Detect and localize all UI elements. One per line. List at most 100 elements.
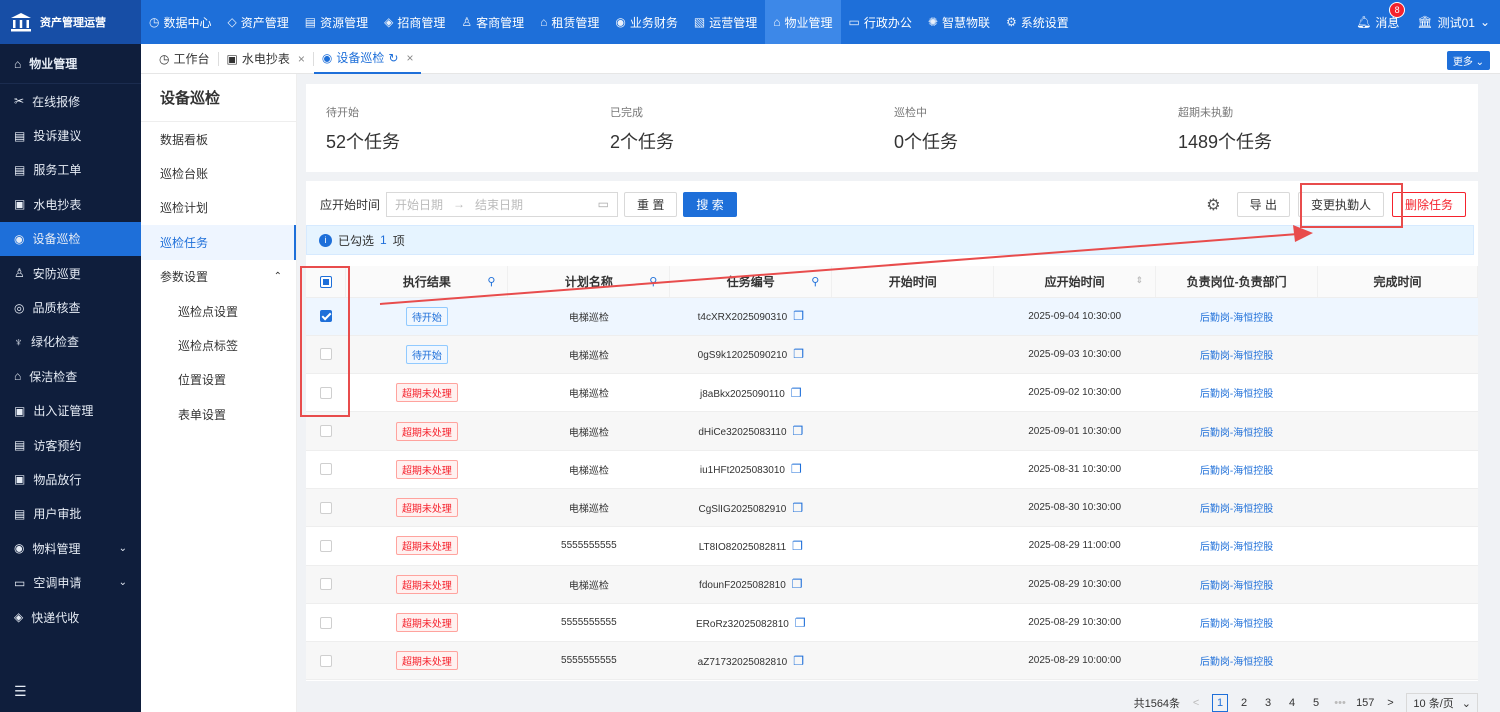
copy-icon[interactable]: ❐ [792, 577, 803, 591]
submenu-item[interactable]: 参数设置⌃ [141, 260, 296, 294]
topnav-item[interactable]: ⌂物业管理 [765, 0, 840, 44]
submenu-item[interactable]: 巡检计划 [141, 191, 296, 225]
close-icon[interactable]: × [298, 52, 305, 66]
table-row[interactable]: 超期未处理5555555555LT8IO82025082811❐2025-08-… [306, 527, 1478, 565]
table-row[interactable]: 超期未处理电梯巡检j8aBkx2025090110❐2025-09-02 10:… [306, 374, 1478, 412]
sidebar-item[interactable]: ◈快递代收 [0, 600, 141, 634]
row-select-cell[interactable] [306, 488, 346, 526]
sidebar-item[interactable]: ▭空调申请⌄ [0, 565, 141, 599]
page-tab[interactable]: ◷工作台 [151, 44, 218, 74]
sidebar-item[interactable]: ▤访客预约 [0, 428, 141, 462]
table-row[interactable]: 超期未处理5555555555ERoRz32025082810❐2025-08-… [306, 603, 1478, 641]
date-range-picker[interactable]: 开始日期 → 结束日期 ▭ [386, 192, 618, 217]
row-checkbox[interactable] [320, 502, 332, 514]
delete-task-button[interactable]: 删除任务 [1392, 192, 1466, 217]
collapse-menu-icon[interactable]: ☰ [14, 683, 27, 700]
topnav-item[interactable]: ◉业务财务 [607, 0, 686, 44]
table-row[interactable]: 超期未处理电梯巡检CgSlIG2025082910❐2025-08-30 10:… [306, 488, 1478, 526]
page-button[interactable]: 4 [1284, 694, 1300, 712]
table-row[interactable]: 超期未处理电梯巡检fdounF2025082810❐2025-08-29 10:… [306, 565, 1478, 603]
copy-icon[interactable]: ❐ [795, 616, 806, 630]
submenu-item[interactable]: 巡检点标签 [141, 328, 296, 362]
search-button[interactable]: 搜 索 [683, 192, 736, 217]
page-tab[interactable]: ◉设备巡检↻× [314, 44, 422, 74]
export-button[interactable]: 导 出 [1237, 192, 1290, 217]
submenu-item[interactable]: 数据看板 [141, 122, 296, 156]
topnav-item[interactable]: ⚙系统设置 [998, 0, 1077, 44]
row-checkbox[interactable] [320, 540, 332, 552]
search-icon[interactable]: ⚲ [811, 275, 819, 288]
copy-icon[interactable]: ❐ [791, 462, 802, 476]
row-checkbox[interactable] [320, 655, 332, 667]
submenu-item[interactable]: 表单设置 [141, 397, 296, 431]
row-checkbox[interactable] [320, 578, 332, 590]
dept-link[interactable]: 后勤岗-海恒控股 [1200, 581, 1273, 592]
table-row[interactable]: 超期未处理电梯巡检dHiCe32025083110❐2025-09-01 10:… [306, 412, 1478, 450]
sidebar-item[interactable]: ♙安防巡更 [0, 256, 141, 290]
page-size-select[interactable]: 10 条/页⌄ [1406, 693, 1478, 712]
refresh-icon[interactable]: ↻ [388, 51, 398, 65]
sidebar-item[interactable]: ◉物料管理⌄ [0, 531, 141, 565]
row-select-cell[interactable] [306, 603, 346, 641]
messages-button[interactable]: 🔔︎ 消息 8 [1356, 14, 1399, 31]
search-icon[interactable]: ⚲ [649, 275, 657, 288]
copy-icon[interactable]: ❐ [792, 501, 803, 515]
sidebar-item[interactable]: ▤用户审批 [0, 497, 141, 531]
search-icon[interactable]: ⚲ [487, 275, 495, 288]
table-row[interactable]: 超期未处理5555555555aZ71732025082810❐2025-08-… [306, 642, 1478, 680]
topnav-item[interactable]: ✺智慧物联 [920, 0, 998, 44]
page-tab[interactable]: ▣水电抄表× [219, 44, 313, 74]
row-select-cell[interactable] [306, 642, 346, 680]
copy-icon[interactable]: ❐ [793, 424, 804, 438]
dept-link[interactable]: 后勤岗-海恒控股 [1200, 351, 1273, 362]
table-row[interactable]: 待开始电梯巡检0gS9k12025090210❐2025-09-03 10:30… [306, 335, 1478, 373]
row-checkbox[interactable] [320, 617, 332, 629]
last-page-button[interactable]: 157 [1356, 694, 1374, 712]
more-pages-button[interactable]: ••• [1332, 694, 1348, 712]
page-button[interactable]: 3 [1260, 694, 1276, 712]
dept-link[interactable]: 后勤岗-海恒控股 [1200, 466, 1273, 477]
row-select-cell[interactable] [306, 450, 346, 488]
brand[interactable]: 资产管理运营 [0, 0, 141, 44]
submenu-item[interactable]: 巡检任务 [141, 225, 296, 259]
row-select-cell[interactable] [306, 527, 346, 565]
sidebar-item[interactable]: ▣水电抄表 [0, 187, 141, 221]
sidebar-item[interactable]: ▣物品放行 [0, 462, 141, 496]
table-row[interactable]: 待开始电梯巡检t4cXRX2025090310❐2025-09-04 10:30… [306, 297, 1478, 335]
topnav-item[interactable]: ⌂租赁管理 [532, 0, 607, 44]
sidebar-item[interactable]: ▤投诉建议 [0, 118, 141, 152]
topnav-item[interactable]: ◈招商管理 [376, 0, 453, 44]
sidebar-header[interactable]: ⌂ 物业管理 [0, 44, 141, 84]
sidebar-item[interactable]: ◎品质核查 [0, 290, 141, 324]
copy-icon[interactable]: ❐ [791, 386, 802, 400]
sidebar-item[interactable]: ▤服务工单 [0, 153, 141, 187]
topnav-item[interactable]: ▤资源管理 [297, 0, 376, 44]
dept-link[interactable]: 后勤岗-海恒控股 [1200, 542, 1273, 553]
topnav-item[interactable]: ▭行政办公 [841, 0, 920, 44]
start-date-input[interactable]: 开始日期 [395, 196, 443, 213]
sidebar-item[interactable]: ♆绿化检查 [0, 325, 141, 359]
submenu-item[interactable]: 巡检点设置 [141, 294, 296, 328]
sidebar-item[interactable]: ◉设备巡检 [0, 222, 141, 256]
reset-button[interactable]: 重 置 [624, 192, 677, 217]
topnav-item[interactable]: ♙客商管理 [453, 0, 532, 44]
dept-link[interactable]: 后勤岗-海恒控股 [1200, 504, 1273, 515]
row-checkbox[interactable] [320, 425, 332, 437]
sidebar-item[interactable]: ⌂保洁检查 [0, 359, 141, 393]
dept-link[interactable]: 后勤岗-海恒控股 [1200, 313, 1273, 324]
dept-link[interactable]: 后勤岗-海恒控股 [1200, 428, 1273, 439]
copy-icon[interactable]: ❐ [793, 347, 804, 361]
more-tabs-button[interactable]: 更多 ⌄ [1447, 51, 1490, 70]
page-button[interactable]: 5 [1308, 694, 1324, 712]
submenu-item[interactable]: 位置设置 [141, 363, 296, 397]
next-page-button[interactable]: > [1382, 694, 1398, 712]
sort-icon[interactable]: ⇕ [1136, 275, 1144, 286]
submenu-item[interactable]: 巡检台账 [141, 156, 296, 190]
end-date-input[interactable]: 结束日期 [475, 196, 523, 213]
row-checkbox[interactable] [320, 463, 332, 475]
row-select-cell[interactable] [306, 412, 346, 450]
sidebar-item[interactable]: ▣出入证管理 [0, 394, 141, 428]
dept-link[interactable]: 后勤岗-海恒控股 [1200, 619, 1273, 630]
copy-icon[interactable]: ❐ [793, 309, 804, 323]
topnav-item[interactable]: ◇资产管理 [220, 0, 297, 44]
